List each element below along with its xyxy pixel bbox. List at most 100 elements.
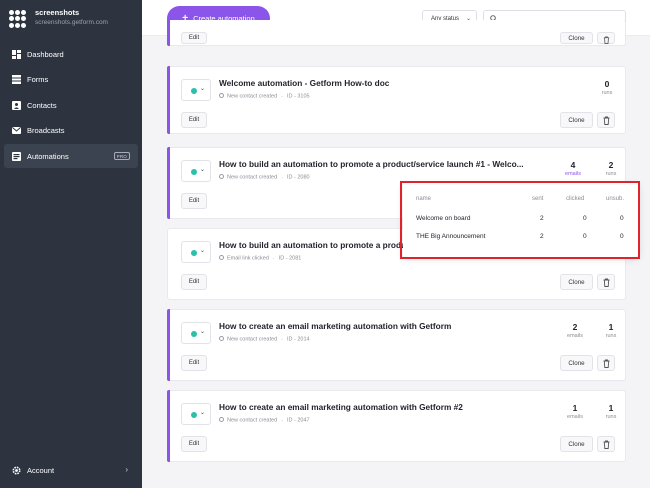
status-toggle[interactable]: ⌄ [181, 160, 211, 182]
trash-icon [603, 359, 610, 368]
automation-meta: Email link clicked · ID - 2081 [219, 255, 301, 262]
sidebar-item-contacts[interactable]: Contacts [4, 93, 138, 117]
status-toggle[interactable]: ⌄ [181, 79, 211, 101]
automation-card[interactable]: Edit Clone [167, 19, 626, 46]
automation-title[interactable]: How to build an automation to promote a … [219, 159, 524, 169]
gear-icon [12, 465, 21, 475]
popup-unsub-value: 0 [620, 215, 624, 222]
contacts-icon [12, 100, 21, 110]
status-dot-icon [191, 169, 197, 175]
popup-email-name[interactable]: THE Big Announcement [416, 233, 485, 240]
automation-title[interactable]: Welcome automation - Getform How-to doc [219, 78, 389, 88]
chevron-down-icon: ⌄ [200, 329, 206, 335]
automation-title[interactable]: How to build an automation to promote a … [219, 240, 411, 250]
runs-stat: 0 runs [595, 79, 619, 96]
popup-sent-value: 2 [540, 233, 544, 240]
workspace-url: screenshots.getform.com [35, 19, 108, 26]
edit-button[interactable]: Edit [181, 436, 207, 452]
account-menu[interactable]: Account › [4, 458, 138, 482]
runs-label: runs [605, 333, 617, 339]
popup-sent-value: 2 [540, 215, 544, 222]
runs-label: runs [605, 414, 617, 420]
clone-button[interactable]: Clone [560, 436, 593, 452]
popup-header-sent: sent [532, 196, 544, 202]
sidebar-item-dashboard[interactable]: Dashboard [4, 42, 138, 66]
workspace-switcher[interactable]: screenshots screenshots.getform.com [9, 8, 108, 28]
edit-button[interactable]: Edit [181, 193, 207, 209]
delete-button[interactable] [597, 274, 615, 290]
runs-stat: 1 runs [599, 322, 623, 339]
edit-button[interactable]: Edit [181, 112, 207, 128]
emails-stat[interactable]: 4 emails [559, 160, 587, 177]
trash-icon [603, 116, 610, 125]
chevron-down-icon: ⌄ [200, 410, 206, 416]
trigger-text: New contact created [227, 417, 278, 424]
automation-card[interactable]: ⌄ Welcome automation - Getform How-to do… [167, 66, 626, 134]
automation-title[interactable]: How to create an email marketing automat… [219, 402, 463, 412]
emails-stat[interactable]: 2 emails [561, 322, 589, 339]
edit-button[interactable]: Edit [181, 355, 207, 371]
emails-label: emails [567, 414, 583, 420]
runs-count: 1 [608, 322, 614, 332]
delete-button[interactable] [597, 112, 615, 128]
status-dot-icon [191, 88, 197, 94]
emails-count: 4 [570, 160, 576, 170]
popup-header-unsub: unsub. [606, 196, 625, 202]
automation-id: ID - 2081 [278, 255, 302, 262]
sidebar: screenshots screenshots.getform.com Dash… [0, 0, 142, 488]
emails-stat[interactable]: 1 emails [561, 403, 589, 420]
chevron-down-icon: ⌄ [200, 248, 206, 254]
sidebar-item-automations[interactable]: Automations PRO [4, 144, 138, 168]
status-dot-icon [191, 250, 197, 256]
sidebar-item-label: Forms [27, 75, 49, 84]
dashboard-icon [12, 49, 21, 59]
sidebar-item-broadcasts[interactable]: Broadcasts [4, 119, 138, 143]
automation-id: ID - 3105 [286, 93, 310, 100]
automation-id: ID - 2080 [286, 174, 310, 181]
account-label: Account [27, 465, 55, 475]
emails-count: 2 [572, 322, 578, 332]
runs-count: 2 [608, 160, 614, 170]
sidebar-item-forms[interactable]: Forms [4, 68, 138, 92]
sidebar-item-label: Automations [27, 151, 69, 161]
delete-button[interactable] [597, 355, 615, 371]
automation-meta: New contact created · ID - 2047 [219, 417, 310, 424]
edit-button[interactable]: Edit [181, 32, 207, 44]
status-toggle[interactable]: ⌄ [181, 241, 211, 263]
trash-icon [603, 278, 610, 287]
logo-icon [9, 10, 27, 28]
status-toggle[interactable]: ⌄ [181, 322, 211, 344]
delete-button[interactable] [597, 32, 615, 44]
clone-button[interactable]: Clone [560, 112, 593, 128]
trigger-text: Email link clicked [227, 255, 269, 262]
user-icon [219, 417, 224, 422]
edit-button[interactable]: Edit [181, 274, 207, 290]
automation-card[interactable]: ⌄ How to create an email marketing autom… [167, 309, 626, 381]
sidebar-item-label: Dashboard [27, 49, 64, 59]
automation-title[interactable]: How to create an email marketing automat… [219, 321, 451, 331]
runs-count: 1 [608, 403, 614, 413]
runs-stat: 1 runs [599, 403, 623, 420]
clone-button[interactable]: Clone [560, 274, 593, 290]
clone-button[interactable]: Clone [560, 32, 593, 44]
clone-button[interactable]: Clone [560, 355, 593, 371]
broadcasts-icon [12, 126, 21, 135]
popup-header-name: name [416, 196, 432, 202]
popup-email-name[interactable]: Welcome on board [416, 215, 470, 222]
delete-button[interactable] [597, 436, 615, 452]
popup-clicked-value: 0 [583, 233, 587, 240]
status-toggle[interactable]: ⌄ [181, 403, 211, 425]
trash-icon [603, 440, 610, 449]
runs-count: 0 [604, 79, 610, 89]
trigger-text: New contact created [227, 336, 278, 343]
runs-stat: 2 runs [599, 160, 623, 177]
automation-card[interactable]: ⌄ How to create an email marketing autom… [167, 390, 626, 462]
automations-icon [12, 151, 21, 161]
chevron-down-icon: ⌄ [200, 86, 206, 92]
sidebar-item-label: Contacts [27, 100, 57, 110]
trigger-text: New contact created [227, 174, 278, 181]
chevron-right-icon: › [125, 465, 128, 474]
emails-label: emails [565, 171, 581, 177]
status-dot-icon [191, 412, 197, 418]
chevron-down-icon: ⌄ [200, 167, 206, 173]
